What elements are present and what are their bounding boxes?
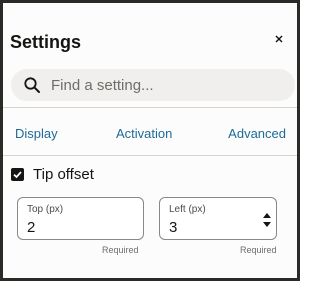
stepper-icon[interactable]: [262, 212, 272, 228]
top-px-input[interactable]: [27, 219, 107, 236]
left-px-input[interactable]: [169, 219, 249, 236]
top-px-field[interactable]: Top (px): [17, 197, 144, 240]
search-box[interactable]: [11, 69, 295, 101]
tip-offset-label: Tip offset: [33, 166, 94, 183]
panel-header: Settings: [3, 3, 297, 63]
settings-panel: Settings Display Activation Advanced Tip…: [0, 0, 300, 281]
search-icon: [23, 76, 41, 94]
top-px-helper: Required: [102, 245, 139, 255]
left-px-label: Left (px): [169, 204, 206, 215]
close-icon[interactable]: [271, 31, 287, 47]
tab-display[interactable]: Display: [15, 126, 58, 141]
tip-offset-checkbox[interactable]: [11, 168, 24, 181]
left-px-field[interactable]: Left (px): [159, 197, 277, 240]
tab-activation[interactable]: Activation: [116, 126, 172, 141]
tab-advanced[interactable]: Advanced: [228, 126, 286, 141]
left-px-helper: Required: [240, 245, 277, 255]
divider: [3, 107, 297, 108]
tip-offset-row: Tip offset: [11, 166, 94, 183]
search-input[interactable]: [51, 76, 271, 94]
top-px-label: Top (px): [27, 204, 64, 215]
divider: [3, 155, 297, 156]
checkmark-icon: [13, 171, 22, 179]
panel-title: Settings: [10, 32, 82, 52]
